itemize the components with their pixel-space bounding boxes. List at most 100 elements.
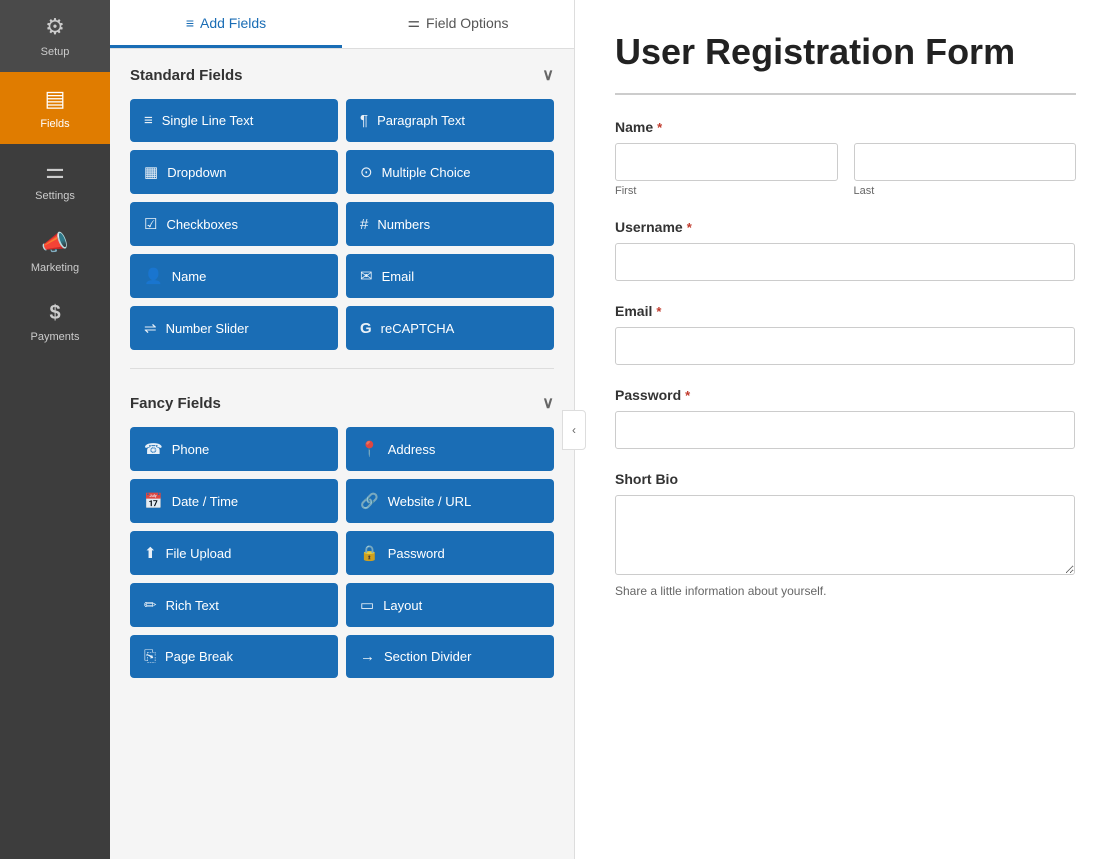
fields-icon: ▤ [45, 86, 66, 112]
field-btn-name-label: Name [172, 269, 207, 284]
settings-icon: ⚌ [45, 158, 65, 184]
sidebar-item-fields-label: Fields [40, 118, 69, 130]
standard-fields-title: Standard Fields [130, 67, 243, 84]
field-btn-address-label: Address [388, 442, 436, 457]
field-btn-rich-text[interactable]: ✏ Rich Text [130, 583, 338, 627]
short-bio-textarea[interactable] [615, 495, 1075, 575]
sidebar-item-payments[interactable]: $ Payments [0, 288, 110, 357]
field-btn-phone-label: Phone [172, 442, 210, 457]
field-btn-numbers[interactable]: # Numbers [346, 202, 554, 246]
field-btn-section-divider-label: Section Divider [384, 649, 471, 664]
add-fields-tab-icon: ≡ [186, 15, 194, 31]
field-btn-password[interactable]: 🔒 Password [346, 531, 554, 575]
tab-add-fields[interactable]: ≡ Add Fields [110, 0, 342, 48]
form-title-divider [615, 93, 1076, 95]
sidebar-item-payments-label: Payments [31, 331, 80, 343]
sidebar-item-settings[interactable]: ⚌ Settings [0, 144, 110, 216]
field-btn-number-slider[interactable]: ⇌ Number Slider [130, 306, 338, 350]
standard-fields-chevron[interactable]: ∨ [542, 65, 554, 85]
field-btn-recaptcha-label: reCAPTCHA [381, 321, 455, 336]
first-name-sub-label: First [615, 185, 838, 197]
email-input[interactable] [615, 327, 1075, 365]
field-options-tab-icon: ⚌ [407, 14, 420, 31]
setup-icon: ⚙ [45, 14, 65, 40]
sidebar-item-marketing[interactable]: 📣 Marketing [0, 216, 110, 288]
section-divider [130, 368, 554, 369]
field-btn-multiple-choice[interactable]: ⊙ Multiple Choice [346, 150, 554, 194]
email-required-star: * [656, 304, 661, 319]
sidebar-item-marketing-label: Marketing [31, 262, 79, 274]
section-divider-icon: → [360, 648, 375, 665]
field-btn-page-break[interactable]: ⎘ Page Break [130, 635, 338, 678]
short-bio-helper: Share a little information about yoursel… [615, 584, 1076, 598]
email-field-icon: ✉ [360, 267, 373, 285]
field-btn-paragraph-text-label: Paragraph Text [377, 113, 465, 128]
field-btn-multiple-choice-label: Multiple Choice [382, 165, 471, 180]
field-btn-file-upload-label: File Upload [166, 546, 232, 561]
fancy-fields-grid: ☎ Phone 📍 Address 📅 Date / Time 🔗 Websit… [130, 427, 554, 678]
form-field-username: Username * [615, 219, 1076, 281]
password-icon: 🔒 [360, 544, 379, 562]
add-fields-tab-label: Add Fields [200, 15, 266, 31]
name-row: First Last [615, 143, 1076, 197]
field-btn-date-time-label: Date / Time [172, 494, 238, 509]
name-field-label: Name * [615, 119, 1076, 135]
collapse-handle[interactable]: ‹ [562, 410, 586, 450]
field-btn-checkboxes[interactable]: ☑ Checkboxes [130, 202, 338, 246]
sidebar-item-setup[interactable]: ⚙ Setup [0, 0, 110, 72]
dropdown-icon: ▦ [144, 163, 158, 181]
checkboxes-icon: ☑ [144, 215, 157, 233]
field-btn-website-url-label: Website / URL [388, 494, 472, 509]
form-field-name: Name * First Last [615, 119, 1076, 197]
number-slider-icon: ⇌ [144, 319, 157, 337]
phone-icon: ☎ [144, 440, 163, 458]
username-input[interactable] [615, 243, 1075, 281]
form-field-short-bio: Short Bio Share a little information abo… [615, 471, 1076, 598]
field-btn-email[interactable]: ✉ Email [346, 254, 554, 298]
last-name-col: Last [854, 143, 1077, 197]
tab-field-options[interactable]: ⚌ Field Options [342, 0, 574, 48]
field-btn-paragraph-text[interactable]: ¶ Paragraph Text [346, 99, 554, 142]
field-btn-name[interactable]: 👤 Name [130, 254, 338, 298]
field-btn-layout[interactable]: ▭ Layout [346, 583, 554, 627]
username-required-star: * [687, 220, 692, 235]
website-url-icon: 🔗 [360, 492, 379, 510]
field-btn-section-divider[interactable]: → Section Divider [346, 635, 554, 678]
field-btn-website-url[interactable]: 🔗 Website / URL [346, 479, 554, 523]
field-btn-single-line-text[interactable]: ≡ Single Line Text [130, 99, 338, 142]
field-btn-checkboxes-label: Checkboxes [166, 217, 238, 232]
address-icon: 📍 [360, 440, 379, 458]
multiple-choice-icon: ⊙ [360, 163, 373, 181]
first-name-col: First [615, 143, 838, 197]
password-required-star: * [685, 388, 690, 403]
field-btn-recaptcha[interactable]: G reCAPTCHA [346, 306, 554, 350]
password-field-label: Password * [615, 387, 1076, 403]
field-btn-page-break-label: Page Break [165, 649, 233, 664]
sidebar-item-fields[interactable]: ▤ Fields [0, 72, 110, 144]
recaptcha-icon: G [360, 320, 372, 337]
field-btn-dropdown[interactable]: ▦ Dropdown [130, 150, 338, 194]
paragraph-text-icon: ¶ [360, 112, 368, 129]
fields-panel: ≡ Add Fields ⚌ Field Options Standard Fi… [110, 0, 575, 859]
form-preview: User Registration Form Name * First Last… [575, 0, 1116, 859]
field-btn-password-label: Password [388, 546, 445, 561]
field-btn-file-upload[interactable]: ⬆ File Upload [130, 531, 338, 575]
field-btn-date-time[interactable]: 📅 Date / Time [130, 479, 338, 523]
last-name-input[interactable] [854, 143, 1077, 181]
layout-icon: ▭ [360, 596, 374, 614]
fields-content: Standard Fields ∨ ≡ Single Line Text ¶ P… [110, 49, 574, 859]
field-btn-address[interactable]: 📍 Address [346, 427, 554, 471]
fancy-fields-chevron[interactable]: ∨ [542, 393, 554, 413]
payments-icon: $ [49, 302, 60, 325]
sidebar-nav: ⚙ Setup ▤ Fields ⚌ Settings 📣 Marketing … [0, 0, 110, 859]
form-title: User Registration Form [615, 30, 1076, 73]
name-field-icon: 👤 [144, 267, 163, 285]
date-time-icon: 📅 [144, 492, 163, 510]
password-input[interactable] [615, 411, 1075, 449]
field-btn-phone[interactable]: ☎ Phone [130, 427, 338, 471]
field-btn-email-label: Email [382, 269, 415, 284]
field-btn-rich-text-label: Rich Text [166, 598, 219, 613]
single-line-text-icon: ≡ [144, 112, 153, 129]
first-name-input[interactable] [615, 143, 838, 181]
fancy-fields-header: Fancy Fields ∨ [130, 393, 554, 413]
